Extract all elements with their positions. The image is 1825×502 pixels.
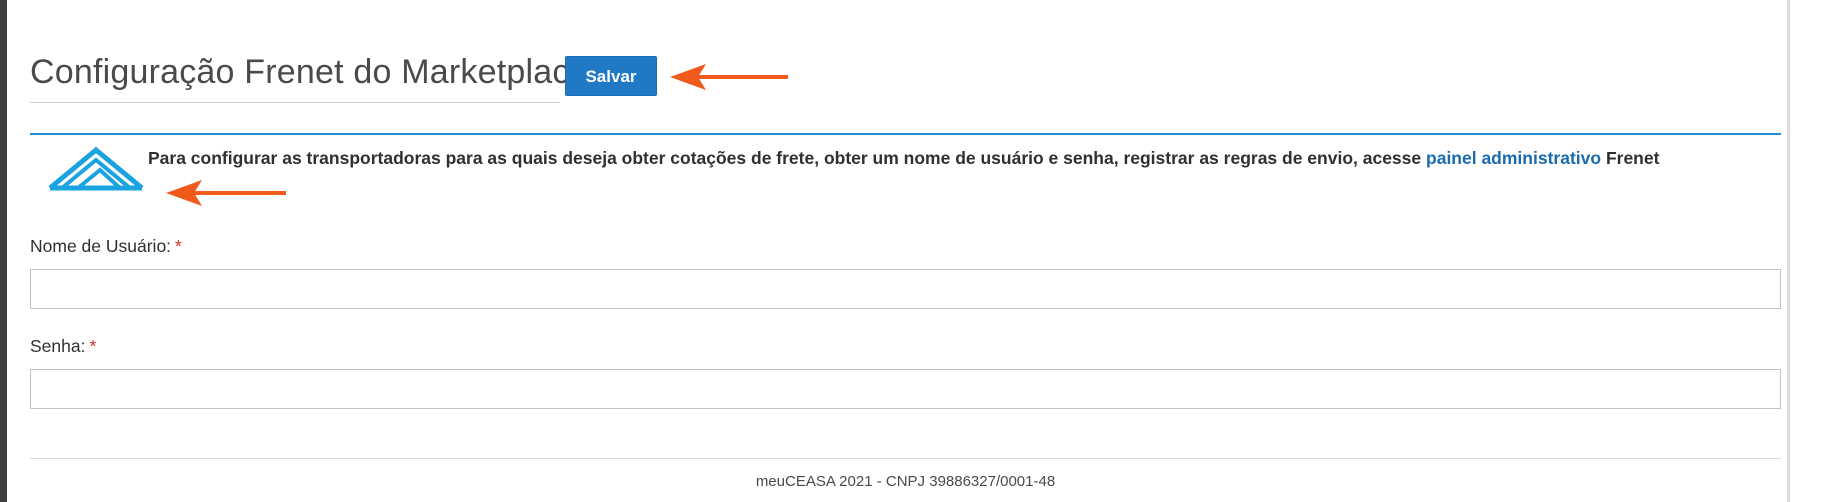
footer-divider [30, 458, 1781, 459]
section-divider [30, 133, 1781, 135]
password-input[interactable] [30, 369, 1781, 409]
username-input[interactable] [30, 269, 1781, 309]
required-asterisk: * [89, 336, 97, 356]
required-asterisk: * [175, 236, 182, 256]
arrow-left-icon [166, 180, 286, 206]
right-margin [1790, 0, 1825, 502]
info-message: Para configurar as transportadoras para … [148, 148, 1778, 169]
info-text: Para configurar as transportadoras para … [148, 148, 1422, 168]
save-button[interactable]: Salvar [565, 56, 657, 96]
info-suffix: Frenet [1605, 148, 1660, 168]
username-label: Nome de Usuário: * [30, 236, 182, 257]
frenet-logo-icon [48, 146, 144, 191]
left-window-border [0, 0, 7, 502]
password-label-text: Senha: [30, 336, 86, 356]
password-label: Senha: * [30, 336, 96, 357]
username-label-text: Nome de Usuário: [30, 236, 172, 256]
title-underline [30, 102, 560, 103]
arrow-left-icon [670, 64, 788, 90]
admin-panel-link[interactable]: painel administrativo [1426, 148, 1601, 168]
footer-copyright: meuCEASA 2021 - CNPJ 39886327/0001-48 [755, 473, 1056, 490]
page-title: Configuração Frenet do Marketplace [30, 53, 589, 91]
